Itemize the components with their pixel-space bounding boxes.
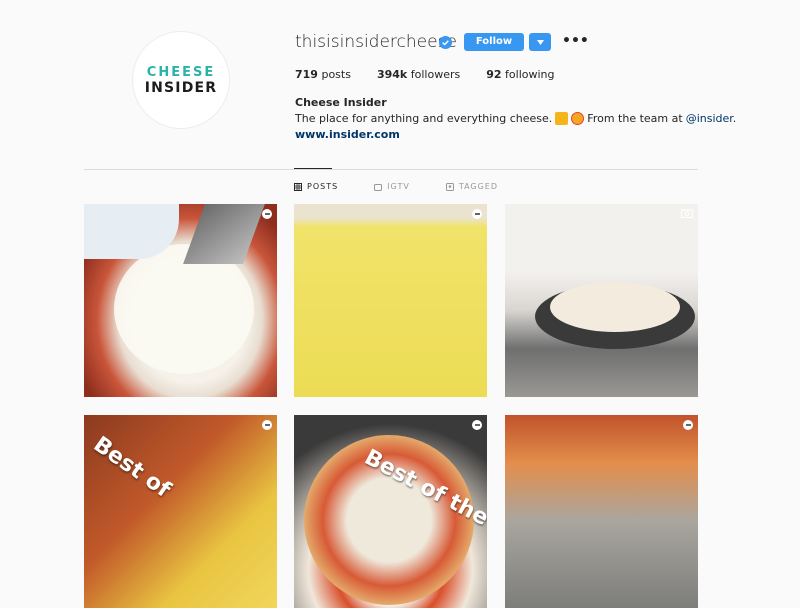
post-thumbnail-2[interactable] [294,204,487,397]
following-label: following [505,68,555,81]
bio-text-main: The place for anything and everything ch… [295,112,553,125]
bio-mention-suffix: . [732,112,737,125]
bio-text-after: From the team at [587,112,683,125]
more-options-icon[interactable]: ••• [562,33,589,49]
logo-text-cheese: CHEESE [146,64,216,80]
post-thumbnail-1[interactable] [84,204,277,397]
bio-mention-link[interactable]: @insider [686,112,733,125]
tv-icon [374,183,383,191]
tab-tagged-label: TAGGED [458,182,499,191]
posts-label: posts [321,68,351,81]
grid-icon [294,182,302,191]
bio-website-link[interactable]: www.insider.com [295,128,400,141]
post-thumbnail-4[interactable]: Best of [84,415,277,608]
profile-avatar[interactable]: CHEESE INSIDER [132,31,230,129]
tab-igtv-label: IGTV [387,182,410,191]
crepe-image [550,282,680,332]
stat-following[interactable]: 92 following [486,68,554,81]
carousel-icon [472,420,482,430]
followers-count: 394k [376,68,408,81]
verified-badge-icon [439,36,452,49]
bio-text: The place for anything and everything ch… [295,112,736,125]
suggestions-dropdown-button[interactable] [529,33,551,51]
cheese-emoji-icon [555,112,569,125]
carousel-icon [683,420,693,430]
logo-text-insider: INSIDER [144,79,218,96]
follow-button[interactable]: Follow [464,33,524,51]
tab-posts[interactable]: POSTS [294,182,338,191]
tag-icon [445,182,454,191]
profile-stats: 719 posts 394k followers 92 following [295,68,554,81]
tab-tagged[interactable]: TAGGED [445,182,499,191]
active-tab-indicator [294,168,332,169]
stat-posts: 719 posts [295,68,351,81]
following-count: 92 [486,68,502,81]
tab-posts-label: POSTS [307,182,339,191]
profile-tabs: POSTS IGTV TAGGED [294,182,498,191]
tab-igtv[interactable]: IGTV [374,182,410,191]
post-overlay-text-1: Best of [88,432,175,503]
chevron-down-icon [536,39,544,45]
stat-followers[interactable]: 394k followers [377,68,460,81]
carousel-icon [262,209,272,219]
video-camera-icon [681,209,693,218]
posts-count: 719 [295,68,318,81]
carousel-icon [472,209,482,219]
carousel-icon [262,420,272,430]
post-thumbnail-5[interactable]: Best of the B [294,415,487,608]
followers-label: followers [410,68,461,81]
post-thumbnail-3[interactable] [505,204,698,397]
knife-image [183,204,265,264]
profile-username: thisisinsidercheese [295,32,457,52]
post-thumbnail-6[interactable] [505,415,698,608]
section-divider [84,169,698,170]
bio-name: Cheese Insider [295,96,387,109]
heart-eyes-emoji-icon [571,112,585,125]
